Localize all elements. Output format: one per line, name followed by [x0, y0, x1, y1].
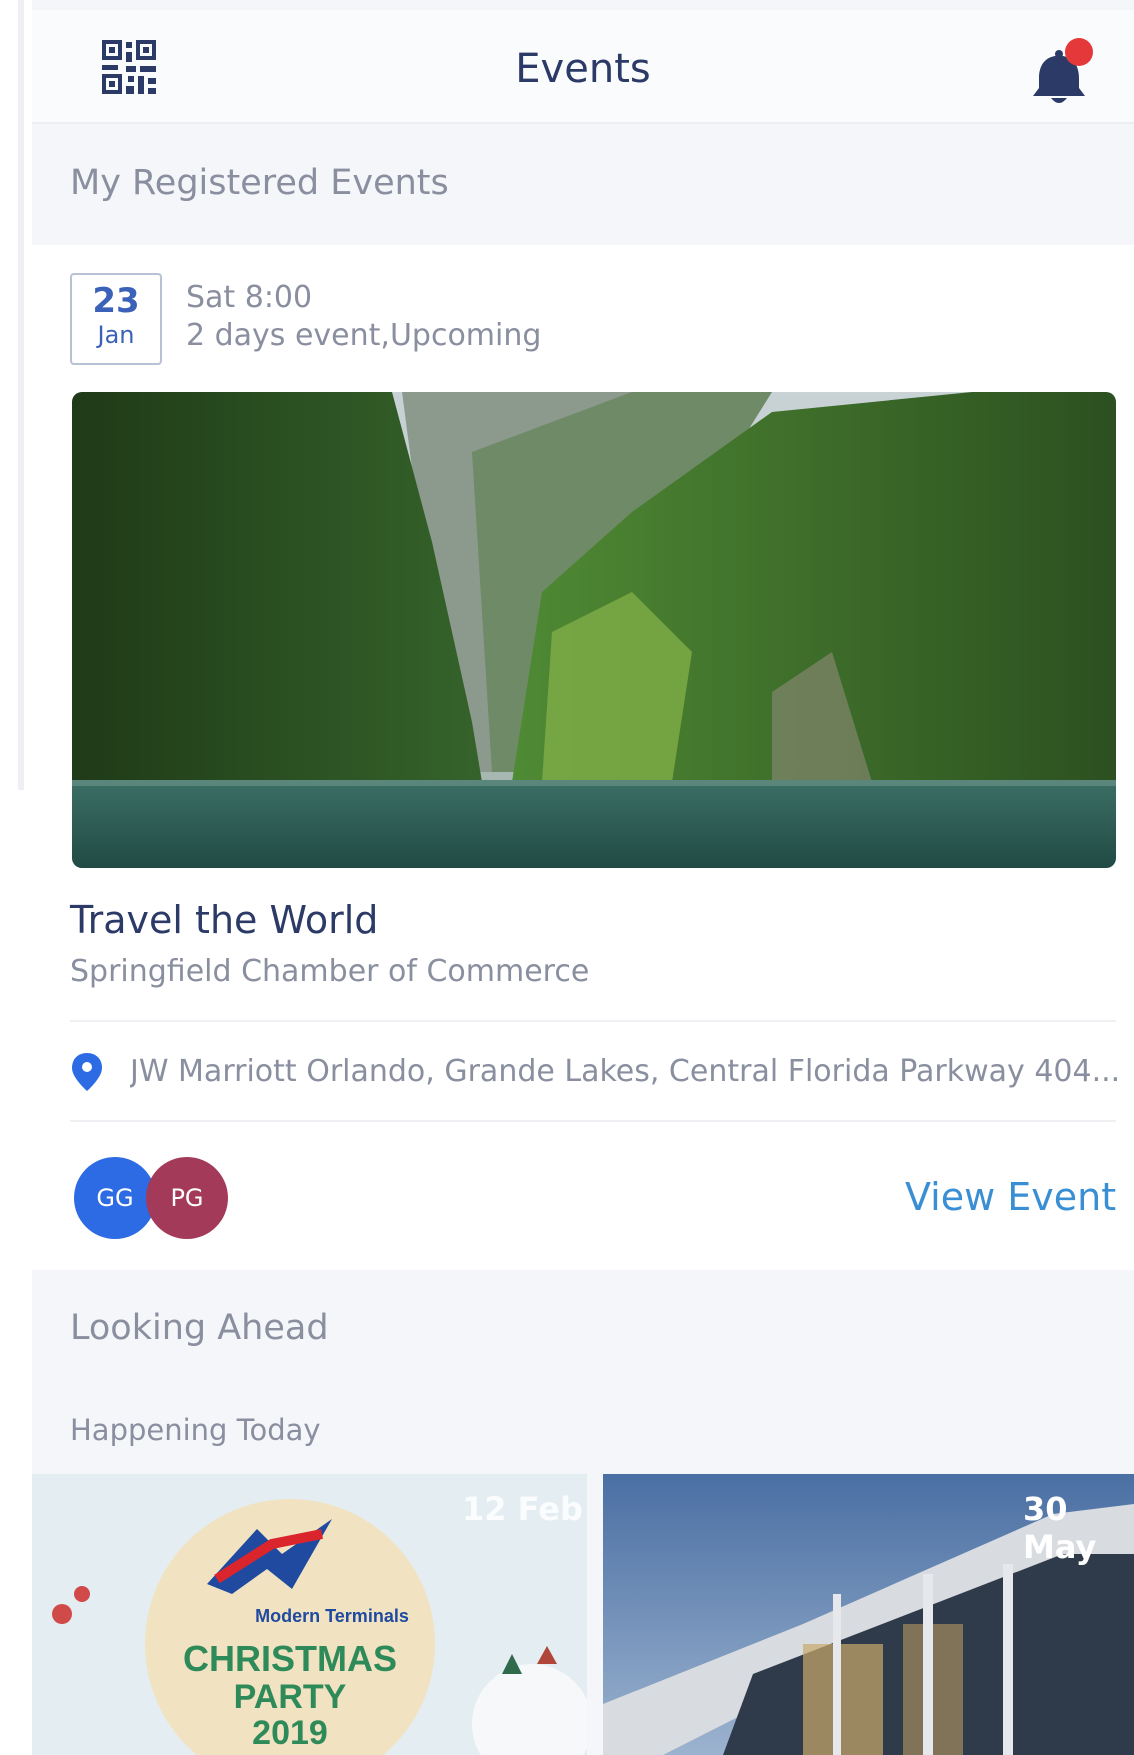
event-tile[interactable]: Modern Terminals CHRISTMAS PARTY 2019 12…	[32, 1474, 587, 1755]
event-organizer: Springfield Chamber of Commerce	[70, 954, 590, 989]
event-tile[interactable]: 30 May	[603, 1474, 1134, 1755]
event-status: 2 days event,Upcoming	[186, 318, 542, 353]
attendee-avatar[interactable]: GG	[74, 1157, 156, 1239]
poster-line: 2019	[252, 1714, 328, 1752]
view-event-link[interactable]: View Event	[905, 1175, 1116, 1219]
notification-dot	[1065, 38, 1093, 66]
page-title: Events	[515, 46, 651, 92]
event-time: Sat 8:00	[186, 280, 313, 315]
subsection-title: Happening Today	[70, 1413, 321, 1447]
poster-line: PARTY	[234, 1678, 347, 1716]
location-pin-icon	[72, 1053, 102, 1091]
tile-date: 12 Feb	[462, 1490, 583, 1528]
tile-date: 30 May	[1023, 1490, 1097, 1566]
top-bar: Events	[32, 10, 1134, 124]
poster-line: CHRISTMAS	[183, 1638, 397, 1679]
bell-icon[interactable]	[1027, 38, 1097, 108]
event-title[interactable]: Travel the World	[70, 898, 378, 942]
event-date-badge: 23 Jan	[70, 273, 162, 365]
event-image[interactable]	[72, 392, 1116, 868]
section-title-looking-ahead: Looking Ahead	[70, 1308, 329, 1348]
event-address: JW Marriott Orlando, Grande Lakes, Centr…	[130, 1054, 1120, 1089]
event-day: 23	[92, 281, 140, 321]
divider	[70, 1120, 1116, 1122]
attendee-avatar[interactable]: PG	[146, 1157, 228, 1239]
left-edge	[0, 0, 32, 1755]
poster-brand: Modern Terminals	[255, 1606, 409, 1626]
divider	[70, 1020, 1116, 1022]
event-month: Jan	[97, 321, 135, 349]
section-title-registered: My Registered Events	[70, 163, 449, 203]
